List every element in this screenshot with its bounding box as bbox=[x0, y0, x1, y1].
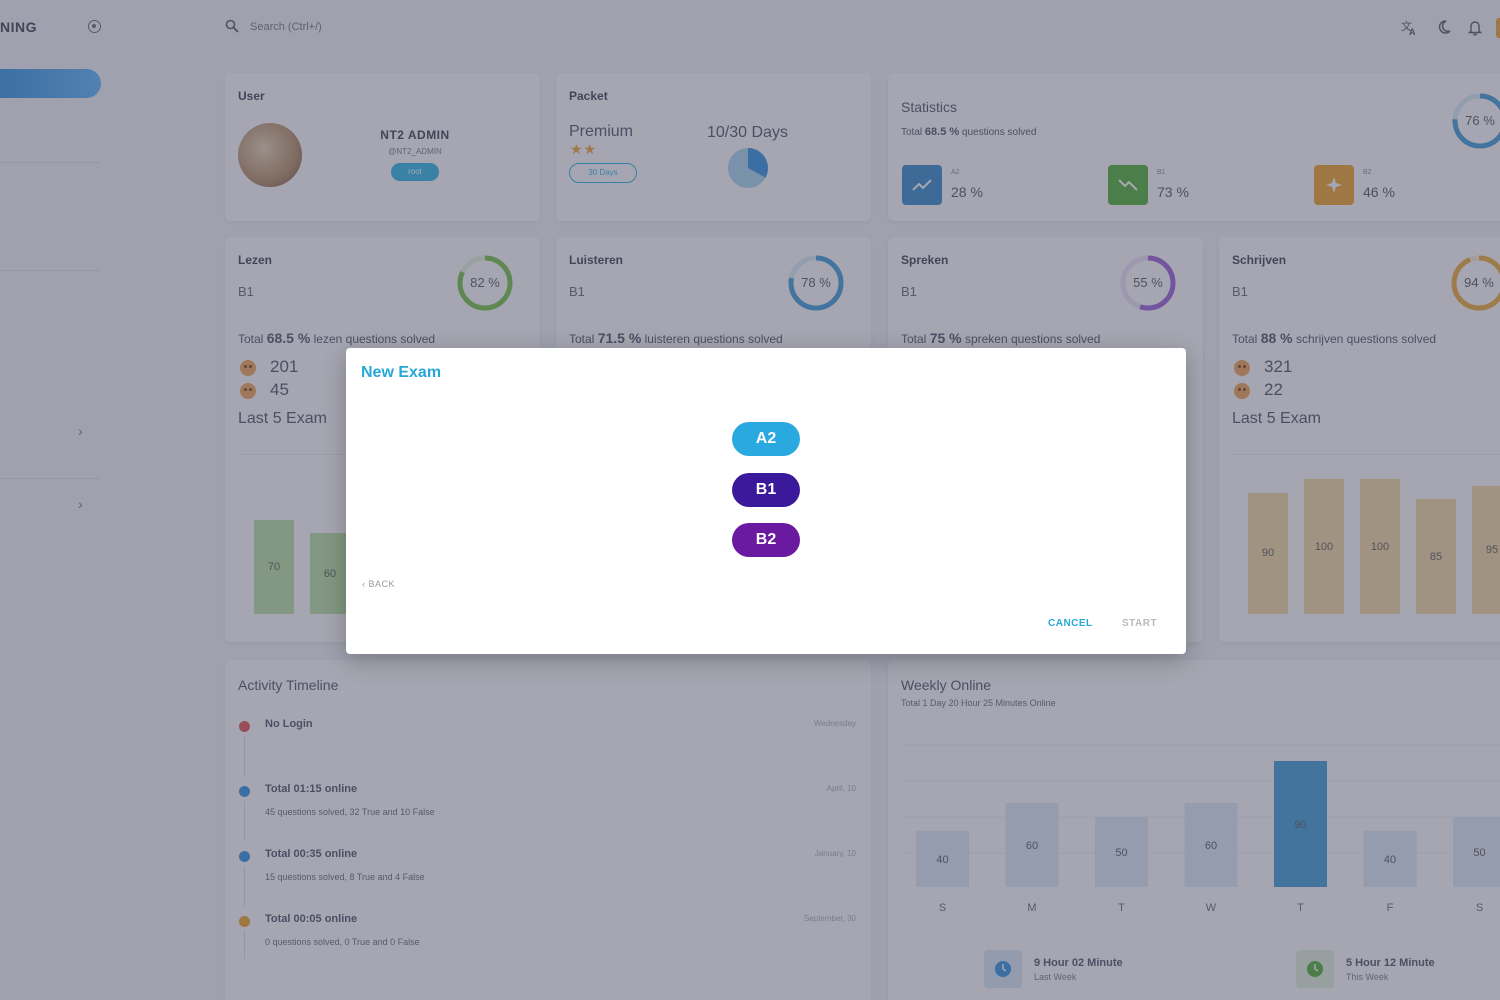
start-button[interactable]: START bbox=[1122, 618, 1157, 629]
back-label: BACK bbox=[368, 579, 396, 589]
level-a2-button[interactable]: A2 bbox=[732, 422, 800, 456]
level-b1-button[interactable]: B1 bbox=[732, 473, 800, 507]
level-b2-button[interactable]: B2 bbox=[732, 523, 800, 557]
dialog-title: New Exam bbox=[361, 364, 442, 381]
new-exam-dialog: New Exam A2 B1 B2 ‹ BACK CANCEL START bbox=[346, 348, 1186, 654]
cancel-button[interactable]: CANCEL bbox=[1048, 618, 1093, 629]
back-button[interactable]: ‹ BACK bbox=[362, 579, 395, 589]
